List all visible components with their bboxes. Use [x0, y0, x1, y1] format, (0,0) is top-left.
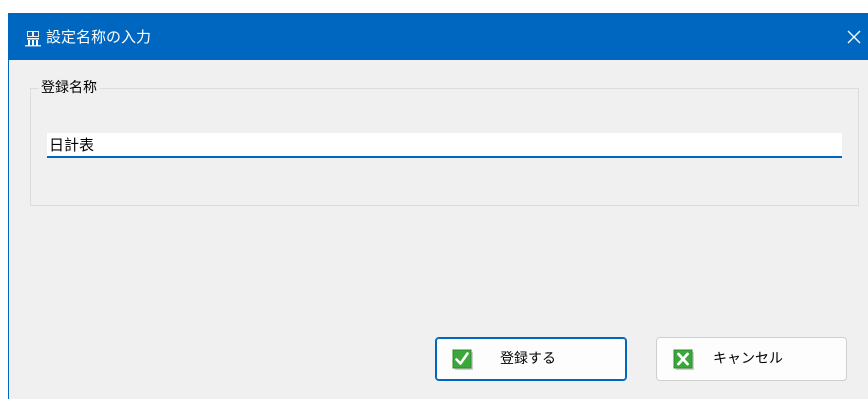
- register-button[interactable]: 登録する: [435, 337, 627, 381]
- registration-name-input[interactable]: [47, 133, 842, 158]
- green-check-icon: [452, 349, 474, 371]
- group-label: 登録名称: [39, 78, 100, 98]
- title-bar[interactable]: 設定名称の入力: [9, 13, 868, 60]
- cancel-button-label: キャンセル: [713, 351, 783, 367]
- register-button-label: 登録する: [500, 351, 556, 367]
- cancel-button[interactable]: キャンセル: [656, 337, 847, 381]
- window-title: 設定名称の入力: [46, 28, 152, 46]
- close-icon: [847, 30, 861, 44]
- close-button[interactable]: [839, 13, 868, 60]
- app-icon: [25, 30, 41, 47]
- green-x-icon: [673, 349, 695, 371]
- dialog-window: 設定名称の入力 登録名称 登録する キャンセル: [8, 13, 868, 399]
